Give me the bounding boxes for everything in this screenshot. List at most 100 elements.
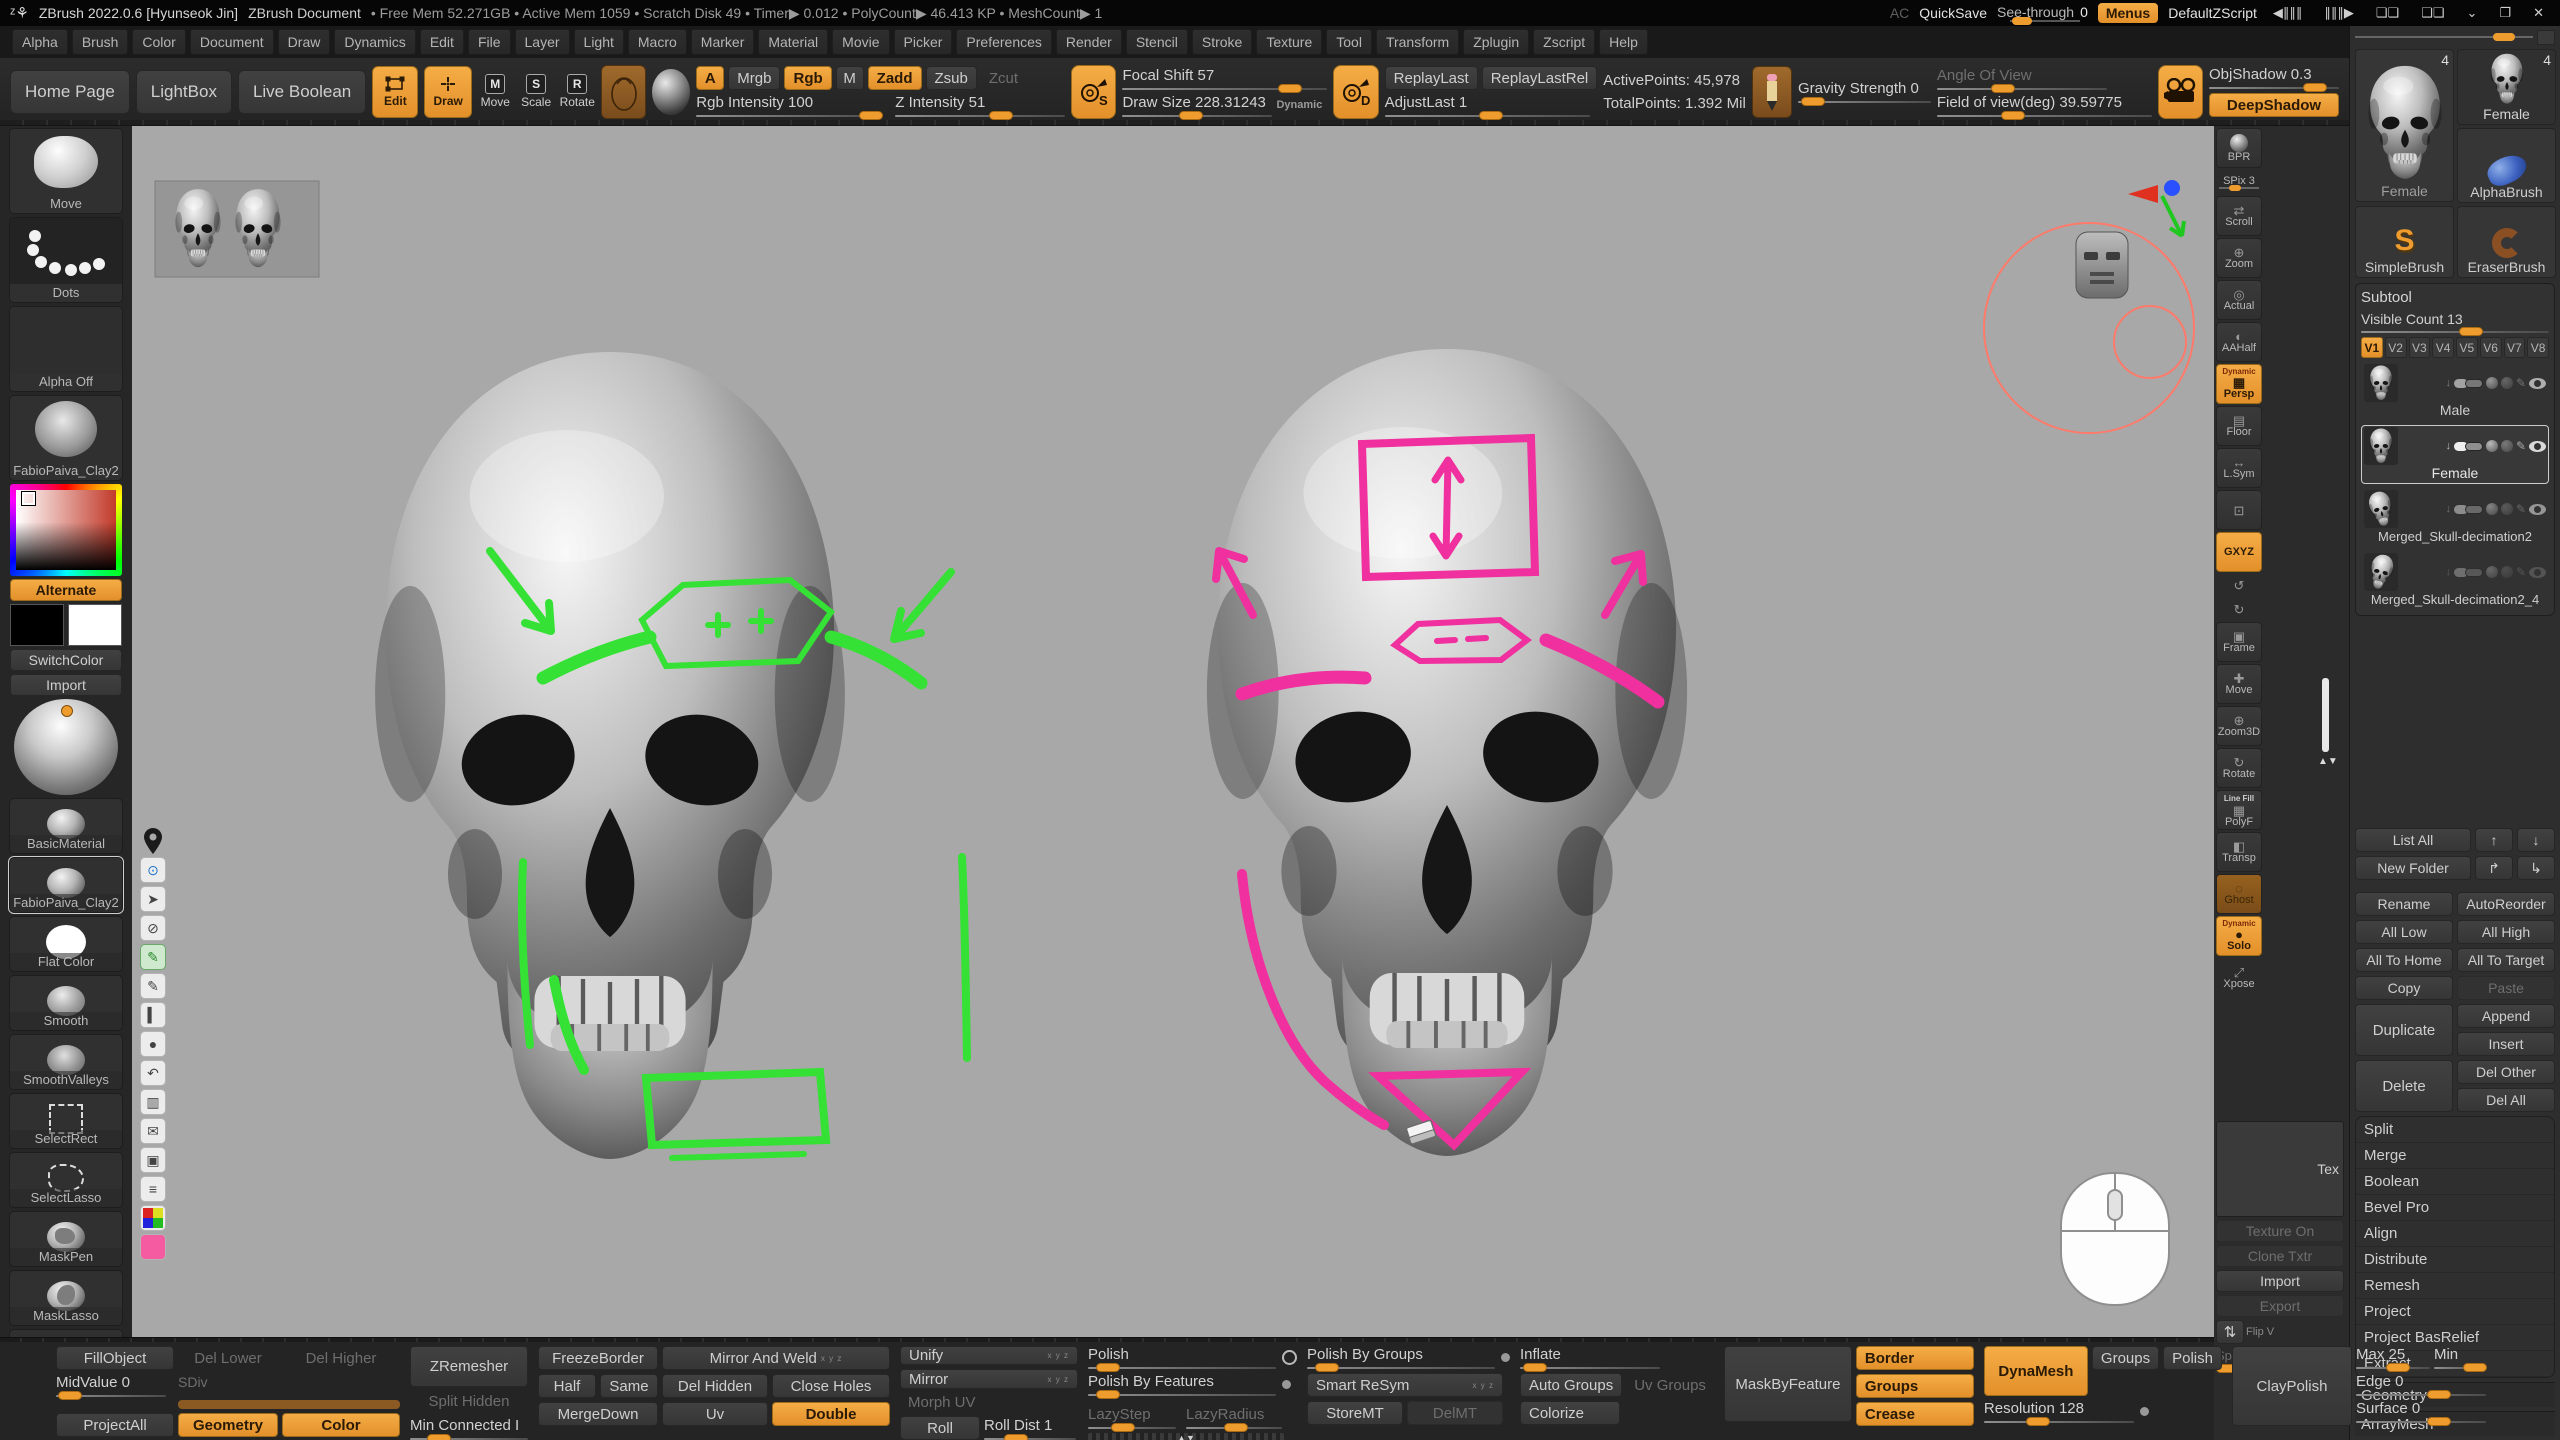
solo-button[interactable]: Dynamic●Solo [2216, 916, 2262, 956]
remesh-button[interactable]: Remesh [2356, 1273, 2554, 1299]
screenshot-icon[interactable]: ▣ [140, 1147, 166, 1173]
quickpick-fabiopaiva-clay[interactable]: FabioPaiva_Clay2 [9, 857, 123, 913]
subtool-scrollbar[interactable] [2322, 678, 2329, 752]
tab-v4[interactable]: V4 [2432, 337, 2454, 358]
shade-sphere2-icon[interactable] [2501, 377, 2513, 389]
menu-transform[interactable]: Transform [1376, 29, 1459, 55]
all-high-button[interactable]: All High [2457, 920, 2555, 944]
visibility-eye-icon[interactable] [2529, 567, 2546, 578]
current-stroke-button[interactable]: Dots [9, 217, 123, 303]
tab-v7[interactable]: V7 [2504, 337, 2526, 358]
clone-txtr-button[interactable]: Clone Txtr [2216, 1245, 2344, 1267]
store-mt-button[interactable]: StoreMT [1307, 1401, 1403, 1425]
visibility-eye-icon[interactable] [2529, 504, 2546, 515]
brush-icon[interactable]: ✎ [2516, 376, 2526, 390]
move-up-button[interactable]: ↑ [2475, 828, 2513, 852]
current-texture-button[interactable] [652, 69, 690, 115]
menu-preferences[interactable]: Preferences [956, 29, 1051, 55]
texture-import-button[interactable]: Import [2216, 1270, 2344, 1292]
menu-movie[interactable]: Movie [832, 29, 889, 55]
panel-size-slider[interactable] [2355, 30, 2555, 44]
polish-mode-icon[interactable] [1282, 1350, 1297, 1365]
switch-color-button[interactable]: SwitchColor [10, 649, 122, 671]
shade-sphere-icon[interactable] [2486, 566, 2498, 578]
aahalf-button[interactable]: ◐AAHalf [2216, 322, 2262, 362]
chat-icon[interactable]: ✉ [140, 1118, 166, 1144]
dynamesh-button[interactable]: DynaMesh [1984, 1346, 2088, 1396]
rgb-button[interactable]: Rgb [784, 66, 831, 90]
delete-button[interactable]: Delete [2355, 1060, 2453, 1112]
rotate-view-button[interactable]: ↻Rotate [2216, 748, 2262, 788]
tab-v1[interactable]: V1 [2361, 337, 2383, 358]
fill-object-button[interactable]: FillObject [56, 1346, 174, 1370]
shade-sphere2-icon[interactable] [2501, 566, 2513, 578]
rgb-intensity-slider[interactable]: Rgb Intensity 100 [696, 94, 881, 117]
split-hidden-button[interactable]: Split Hidden [410, 1391, 528, 1413]
project-button[interactable]: Project [2356, 1299, 2554, 1325]
auto-groups-button[interactable]: Auto Groups [1520, 1373, 1622, 1397]
del-other-button[interactable]: Del Other [2457, 1060, 2555, 1084]
tool-slot-alphabrush[interactable]: AlphaBrush [2457, 128, 2556, 203]
sculpt-canvas[interactable]: ⊙ ➤ ⊘ ✎ ✎ ▍ ● ↶ ▥ ✉ ▣ ≡ [132, 126, 2214, 1337]
zoom-button[interactable]: ⊕Zoom [2216, 238, 2262, 278]
main-color-swatch[interactable] [10, 604, 64, 646]
polish-slider[interactable]: Polish [1088, 1346, 1276, 1369]
rename-button[interactable]: Rename [2355, 892, 2453, 916]
menu-draw[interactable]: Draw [278, 29, 331, 55]
shade-sphere2-icon[interactable] [2501, 503, 2513, 515]
tab-v8[interactable]: V8 [2527, 337, 2549, 358]
append-button[interactable]: Append [2457, 1004, 2555, 1028]
max-slider[interactable]: Max 25 [2356, 1346, 2430, 1369]
left-skull-model[interactable] [375, 352, 845, 1159]
spix-slider[interactable]: SPix 3 [2216, 170, 2262, 194]
visibility-eye-icon[interactable] [2529, 441, 2546, 452]
colorize-button[interactable]: Colorize [1520, 1401, 1620, 1425]
move-mode-button[interactable]: M Move [478, 74, 513, 109]
menu-alpha[interactable]: Alpha [12, 29, 68, 55]
lazy-radius-slider[interactable]: LazyRadius [1186, 1406, 1282, 1429]
camera-button[interactable] [2158, 65, 2203, 119]
gravity-pencil-button[interactable] [1752, 66, 1792, 118]
actual-button[interactable]: ◎Actual [2216, 280, 2262, 320]
document-preview[interactable] [155, 181, 319, 277]
texture-preview[interactable]: Tex [2216, 1121, 2344, 1217]
deepshadow-button[interactable]: DeepShadow [2209, 93, 2339, 117]
pen-tool-icon[interactable]: ✎ [140, 973, 166, 999]
texture-on-button[interactable]: Texture On [2216, 1220, 2344, 1242]
uv-groups-button[interactable]: Uv Groups [1626, 1373, 1714, 1397]
scroll-button[interactable]: ⇄Scroll [2216, 196, 2262, 236]
tool-slot-simplebrush[interactable]: S SimpleBrush [2355, 206, 2454, 278]
xpose-button[interactable]: ⤢Xpose [2216, 958, 2262, 998]
visibility-eye-icon[interactable]: ⊙ [140, 857, 166, 883]
insert-button[interactable]: Insert [2457, 1032, 2555, 1056]
tab-v3[interactable]: V3 [2409, 337, 2431, 358]
trash-icon[interactable]: ▥ [140, 1089, 166, 1115]
unify-button[interactable]: Unifyx y z [900, 1346, 1078, 1365]
brush-icon[interactable]: ✎ [2516, 502, 2526, 516]
palette-icon[interactable] [140, 1205, 166, 1231]
shelf-scrollbar[interactable]: ▲▼ [1088, 1433, 1284, 1440]
local-symmetry-button[interactable]: ↔L.Sym [2216, 448, 2262, 488]
tool-slot-eraserbrush[interactable]: EraserBrush [2457, 206, 2556, 278]
border-toggle[interactable]: Border [1856, 1346, 1974, 1370]
del-lower-button[interactable]: Del Lower [178, 1346, 278, 1370]
drop-icon[interactable]: ↓ [2445, 440, 2451, 452]
zadd-button[interactable]: Zadd [868, 66, 922, 90]
lightbox-button[interactable]: LightBox [136, 70, 232, 114]
gxyz-button[interactable]: GXYZ [2216, 532, 2262, 572]
cursor-tool-icon[interactable]: ➤ [140, 886, 166, 912]
freeze-border-button[interactable]: FreezeBorder [538, 1346, 658, 1370]
min-slider[interactable]: Min [2434, 1346, 2486, 1369]
menu-layer[interactable]: Layer [515, 29, 570, 55]
drop-icon[interactable]: ↓ [2445, 503, 2451, 515]
draw-off-icon[interactable]: ⊘ [140, 915, 166, 941]
divider-left-icon[interactable]: ◀∥∥∥ [2267, 5, 2309, 21]
texture-export-button[interactable]: Export [2216, 1295, 2344, 1317]
scale-mode-button[interactable]: S Scale [519, 74, 554, 109]
subtool-item-merged2[interactable]: ↓ ✎ Merged_Skull-decimation2 [2361, 488, 2549, 547]
current-tool-slot[interactable]: 4 Female [2355, 49, 2454, 202]
flip-v-button[interactable]: ⇅ [2216, 1320, 2244, 1344]
bpr-button[interactable]: BPR [2216, 128, 2262, 168]
surface-slider[interactable]: Surface 0 [2356, 1400, 2486, 1423]
layout-a-icon[interactable]: ❏❏ [2370, 5, 2405, 21]
